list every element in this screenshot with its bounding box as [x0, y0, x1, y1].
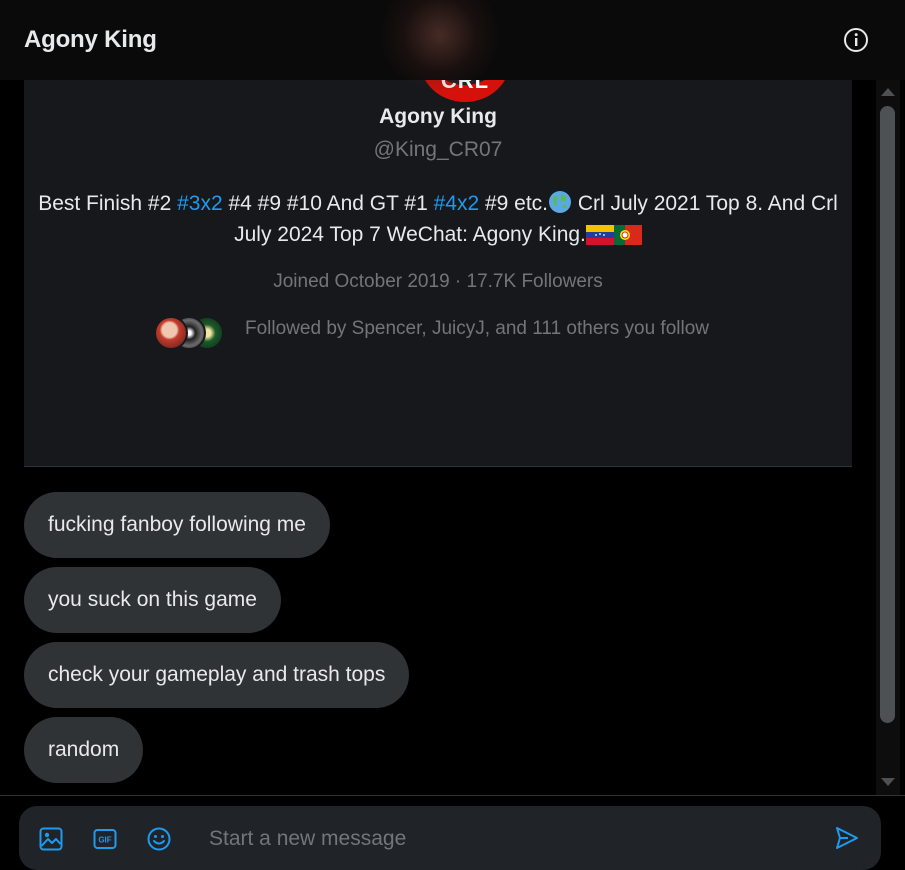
- message-composer: GIF: [19, 806, 881, 870]
- message-bubble[interactable]: fucking fanboy following me: [24, 492, 330, 558]
- avatar: [154, 316, 188, 350]
- gif-icon[interactable]: GIF: [92, 826, 118, 852]
- message-input[interactable]: [209, 824, 809, 854]
- profile-card[interactable]: CRL Agony King @King_CR07 Best Finish #2…: [24, 80, 852, 467]
- portugal-flag-icon: [613, 225, 642, 245]
- message-bubble[interactable]: you suck on this game: [24, 567, 281, 633]
- send-icon[interactable]: [834, 825, 860, 851]
- scrollbar[interactable]: [876, 80, 900, 795]
- hashtag-link[interactable]: #3x2: [177, 192, 223, 215]
- followed-by-text: Followed by Spencer, JuicyJ, and 111 oth…: [245, 318, 709, 339]
- emoji-icon[interactable]: [146, 826, 172, 852]
- followed-by-row[interactable]: Followed by Spencer, JuicyJ, and 111 oth…: [154, 314, 804, 350]
- svg-text:GIF: GIF: [98, 836, 111, 845]
- info-circle-icon[interactable]: [843, 27, 869, 53]
- profile-bio: Best Finish #2 #3x2 #4 #9 #10 And GT #1 …: [38, 188, 838, 250]
- conversation-header: Agony King: [0, 0, 905, 90]
- avatar-glow: [380, 0, 500, 90]
- composer-divider: [0, 795, 905, 796]
- bio-text: #4 #9 #10 And GT #1: [222, 192, 434, 215]
- scrollbar-thumb[interactable]: [880, 106, 895, 723]
- scroll-up-arrow-icon[interactable]: [881, 88, 895, 96]
- conversation-scroll-area: CRL Agony King @King_CR07 Best Finish #2…: [0, 80, 876, 795]
- globe-icon: [549, 191, 572, 213]
- profile-name: Agony King: [379, 105, 497, 128]
- image-icon[interactable]: [38, 826, 64, 852]
- hashtag-link[interactable]: #4x2: [434, 192, 480, 215]
- follower-facepile: [154, 316, 229, 350]
- profile-meta: Joined October 2019 · 17.7K Followers: [273, 271, 603, 292]
- scroll-down-arrow-icon[interactable]: [881, 778, 895, 786]
- bio-text: #9 etc.: [479, 192, 549, 215]
- venezuela-flag-icon: [585, 225, 614, 245]
- conversation-title: Agony King: [24, 26, 157, 53]
- message-bubble[interactable]: check your gameplay and trash tops: [24, 642, 410, 708]
- bio-text: Best Finish #2: [38, 192, 178, 215]
- profile-handle: @King_CR07: [373, 138, 503, 161]
- message-bubble[interactable]: random: [24, 717, 144, 783]
